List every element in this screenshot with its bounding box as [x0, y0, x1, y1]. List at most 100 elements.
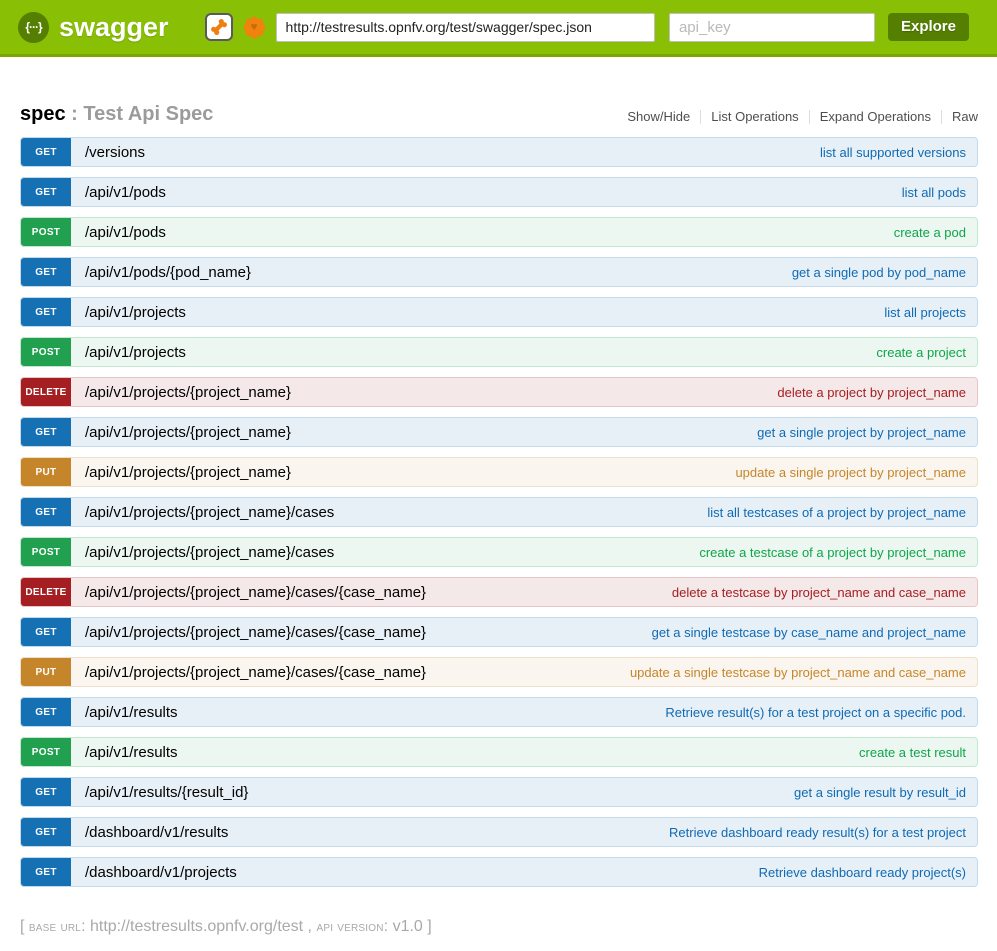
endpoint-row: GET/api/v1/pods list all pods	[20, 177, 978, 207]
endpoint-summary[interactable]: list all testcases of a project by proje…	[707, 498, 966, 526]
toolbar-item: Show/Hide	[617, 110, 701, 124]
http-method-badge[interactable]: GET	[21, 178, 71, 206]
endpoint-row: GET/api/v1/projects/{project_name}/cases…	[20, 497, 978, 527]
api-key-input[interactable]	[669, 13, 875, 42]
http-method-badge[interactable]: POST	[21, 738, 71, 766]
http-method-badge[interactable]: DELETE	[21, 378, 71, 406]
http-method-badge[interactable]: GET	[21, 418, 71, 446]
api-version-value: v1.0	[393, 918, 423, 935]
toolbar-item: List Operations	[701, 110, 809, 124]
endpoint-path[interactable]: /api/v1/projects/{project_name}	[85, 418, 291, 446]
endpoint-path[interactable]: /dashboard/v1/results	[85, 818, 228, 846]
endpoint-path[interactable]: /versions	[85, 138, 145, 166]
bone-extension-button[interactable]	[205, 13, 233, 41]
api-version-separator: :	[384, 918, 393, 935]
endpoint-summary[interactable]: get a single testcase by case_name and p…	[652, 618, 966, 646]
endpoint-summary[interactable]: list all projects	[884, 298, 966, 326]
http-method-badge[interactable]: GET	[21, 698, 71, 726]
http-method-badge[interactable]: GET	[21, 138, 71, 166]
endpoint-row: GET/api/v1/projects/{project_name} get a …	[20, 417, 978, 447]
endpoint-row: DELETE/api/v1/projects/{project_name} del…	[20, 377, 978, 407]
swagger-logo[interactable]: {···} swagger	[18, 12, 169, 43]
endpoint-path[interactable]: /api/v1/projects/{project_name}/cases	[85, 498, 334, 526]
endpoint-summary[interactable]: create a test result	[859, 738, 966, 766]
brand-title: swagger	[59, 12, 169, 43]
operations-toolbar: Show/Hide List Operations Expand Operati…	[617, 110, 978, 124]
endpoint-path[interactable]: /api/v1/projects	[85, 338, 186, 366]
endpoint-summary[interactable]: create a pod	[894, 218, 966, 246]
explore-button[interactable]: Explore	[888, 13, 969, 41]
endpoint-path[interactable]: /api/v1/projects	[85, 298, 186, 326]
endpoint-path[interactable]: /api/v1/results/{result_id}	[85, 778, 248, 806]
endpoint-path[interactable]: /api/v1/projects/{project_name}/cases/{c…	[85, 618, 426, 646]
endpoint-path[interactable]: /api/v1/projects/{project_name}/cases	[85, 538, 334, 566]
endpoint-path[interactable]: /api/v1/pods/{pod_name}	[85, 258, 251, 286]
endpoint-row: DELETE/api/v1/projects/{project_name}/ca…	[20, 577, 978, 607]
http-method-badge[interactable]: GET	[21, 618, 71, 646]
api-version-label: api version	[316, 918, 383, 934]
endpoint-path[interactable]: /api/v1/projects/{project_name}/cases/{c…	[85, 658, 426, 686]
endpoint-summary[interactable]: delete a project by project_name	[777, 378, 966, 406]
endpoint-summary[interactable]: list all supported versions	[820, 138, 966, 166]
footer-close-bracket: ]	[423, 918, 432, 935]
header-bar: {···} swagger ♥	[0, 0, 997, 57]
endpoint-row: PUT/api/v1/projects/{project_name} update…	[20, 457, 978, 487]
page-title: spec : Test Api Spec	[20, 102, 213, 126]
http-method-badge[interactable]: GET	[21, 858, 71, 886]
endpoint-path[interactable]: /api/v1/pods	[85, 218, 166, 246]
raw-link[interactable]: Raw	[952, 109, 978, 124]
bone-icon	[209, 17, 229, 37]
http-method-badge[interactable]: PUT	[21, 458, 71, 486]
http-method-badge[interactable]: GET	[21, 298, 71, 326]
http-method-badge[interactable]: POST	[21, 538, 71, 566]
http-method-badge[interactable]: DELETE	[21, 578, 71, 606]
endpoint-summary[interactable]: get a single project by project_name	[757, 418, 966, 446]
endpoint-row: GET/api/v1/projects/{project_name}/cases…	[20, 617, 978, 647]
endpoint-path[interactable]: /api/v1/projects/{project_name}	[85, 458, 291, 486]
endpoint-summary[interactable]: Retrieve dashboard ready result(s) for a…	[669, 818, 966, 846]
endpoint-path[interactable]: /api/v1/projects/{project_name}	[85, 378, 291, 406]
http-method-badge[interactable]: GET	[21, 258, 71, 286]
expand-operations-link[interactable]: Expand Operations	[820, 109, 931, 124]
endpoint-row: GET/api/v1/pods/{pod_name} get a single p…	[20, 257, 978, 287]
http-method-badge[interactable]: GET	[21, 818, 71, 846]
gear-heart-extension-button[interactable]: ♥	[241, 14, 268, 41]
footer-open-bracket: [	[20, 918, 29, 935]
endpoint-summary[interactable]: create a project	[876, 338, 966, 366]
endpoint-path[interactable]: /dashboard/v1/projects	[85, 858, 237, 886]
endpoint-row: POST/api/v1/projects create a project	[20, 337, 978, 367]
endpoint-summary[interactable]: Retrieve result(s) for a test project on…	[665, 698, 966, 726]
base-url-value: http://testresults.opnfv.org/test	[90, 918, 303, 935]
http-method-badge[interactable]: GET	[21, 778, 71, 806]
endpoint-summary[interactable]: create a testcase of a project by projec…	[699, 538, 966, 566]
endpoint-path[interactable]: /api/v1/pods	[85, 178, 166, 206]
endpoint-row: POST/api/v1/projects/{project_name}/case…	[20, 537, 978, 567]
endpoint-list: GET/versionslist all supported versionsG…	[20, 137, 978, 887]
http-method-badge[interactable]: PUT	[21, 658, 71, 686]
endpoint-summary[interactable]: get a single pod by pod_name	[792, 258, 966, 286]
list-operations-link[interactable]: List Operations	[711, 109, 798, 124]
endpoint-row: GET/versions list all supported versions	[20, 137, 978, 167]
endpoint-summary[interactable]: update a single project by project_name	[735, 458, 966, 486]
endpoint-summary[interactable]: get a single result by result_id	[794, 778, 966, 806]
heart-icon: ♥	[250, 21, 257, 33]
endpoint-path[interactable]: /api/v1/results	[85, 738, 178, 766]
endpoint-summary[interactable]: Retrieve dashboard ready project(s)	[759, 858, 966, 886]
endpoint-summary[interactable]: list all pods	[902, 178, 966, 206]
header-extension-icons: ♥	[205, 13, 268, 41]
endpoint-path[interactable]: /api/v1/results	[85, 698, 178, 726]
http-method-badge[interactable]: POST	[21, 218, 71, 246]
show-hide-link[interactable]: Show/Hide	[627, 109, 690, 124]
footer-comma: ,	[303, 918, 316, 935]
footer-info: [ base url: http://testresults.opnfv.org…	[20, 918, 978, 936]
endpoint-path[interactable]: /api/v1/projects/{project_name}/cases/{c…	[85, 578, 426, 606]
title-separator: :	[66, 103, 84, 125]
swagger-braces-icon: {···}	[18, 12, 49, 43]
endpoint-row: GET/api/v1/projects list all projects	[20, 297, 978, 327]
toolbar-item: Expand Operations	[810, 110, 942, 124]
http-method-badge[interactable]: GET	[21, 498, 71, 526]
http-method-badge[interactable]: POST	[21, 338, 71, 366]
spec-url-input[interactable]	[276, 13, 655, 42]
endpoint-summary[interactable]: delete a testcase by project_name and ca…	[672, 578, 966, 606]
endpoint-summary[interactable]: update a single testcase by project_name…	[630, 658, 966, 686]
